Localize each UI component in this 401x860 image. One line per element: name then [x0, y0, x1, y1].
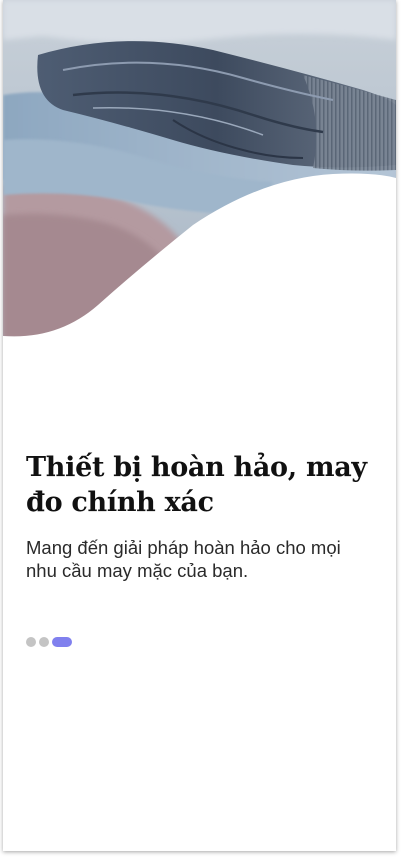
page-dot-1[interactable]	[26, 637, 36, 647]
onboarding-screen: Thiết bị hoàn hảo, may đo chính xác Mang…	[3, 0, 396, 851]
onboarding-title: Thiết bị hoàn hảo, may đo chính xác	[26, 452, 367, 518]
page-dot-3-active[interactable]	[52, 637, 72, 647]
hero-image	[3, 0, 396, 340]
page-indicator	[26, 637, 72, 647]
onboarding-subtitle: Mang đến giải pháp hoàn hảo cho mọi nhu …	[26, 537, 341, 581]
page-dot-2[interactable]	[39, 637, 49, 647]
